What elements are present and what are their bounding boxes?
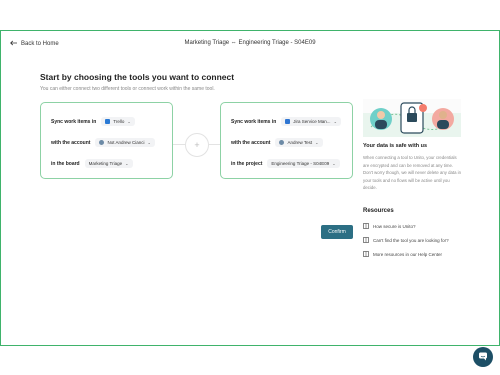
book-icon: [363, 251, 369, 258]
resource-link-security[interactable]: How secure is Unito?: [363, 223, 416, 230]
left-account-dropdown[interactable]: Not Andrew Cianci ⌄: [95, 138, 155, 147]
chat-launcher-button[interactable]: [473, 347, 493, 367]
right-account-row: with the account Andrew Test ⌄: [231, 138, 323, 147]
safe-data-text: When connecting a tool to Unito, your cr…: [363, 155, 462, 191]
trello-icon: [105, 119, 111, 124]
top-bar: Back to Home Marketing Triage ⇔ Engineer…: [1, 31, 499, 59]
right-account-dropdown[interactable]: Andrew Test ⌄: [275, 138, 323, 147]
right-sync-row: Sync work items in Jira Service Man... ⌄: [231, 117, 341, 126]
left-account-label: with the account: [51, 139, 91, 146]
page-heading: Start by choosing the tools you want to …: [40, 72, 235, 82]
right-sync-label: Sync work items in: [231, 118, 277, 125]
book-icon: [363, 237, 369, 244]
left-tool-value: Trello: [113, 119, 125, 124]
left-tool-dropdown[interactable]: Trello ⌄: [101, 117, 135, 126]
jira-icon: [285, 119, 291, 124]
left-board-dropdown[interactable]: Marketing Triage ⌄: [84, 159, 133, 168]
resource-link-tools[interactable]: Can't find the tool you are looking for?: [363, 237, 449, 244]
right-project-row: in the project Engineering Triage - S04E…: [231, 159, 340, 168]
right-project-value: Engineering Triage - S04E09: [271, 161, 330, 166]
left-account-row: with the account Not Andrew Cianci ⌄: [51, 138, 155, 147]
resource-link-help-center[interactable]: More resources in our Help Center: [363, 251, 442, 258]
connector-plus: +: [185, 133, 209, 157]
avatar-icon: [99, 140, 105, 145]
right-tool-value: Jira Service Man...: [293, 119, 331, 124]
resource-label: How secure is Unito?: [373, 224, 416, 229]
left-board-label: in the board: [51, 160, 80, 167]
right-project-dropdown[interactable]: Engineering Triage - S04E09 ⌄: [267, 159, 340, 168]
resource-label: Can't find the tool you are looking for?: [373, 238, 449, 243]
confirm-button[interactable]: Confirm: [321, 225, 353, 239]
right-project-label: in the project: [231, 160, 263, 167]
chevron-down-icon: ⌄: [333, 119, 337, 124]
chevron-down-icon: ⌄: [127, 119, 131, 124]
chevron-down-icon: ⌄: [332, 161, 336, 166]
chat-bubble-icon: [478, 348, 488, 366]
page-subheading: You can either connect two different too…: [40, 86, 215, 92]
app-frame: Back to Home Marketing Triage ⇔ Engineer…: [0, 30, 500, 367]
left-board-value: Marketing Triage: [88, 161, 123, 166]
chevron-down-icon: ⌄: [125, 161, 129, 166]
connector-line-right: [209, 144, 220, 145]
left-tool-card: Sync work items in Trello ⌄ with the acc…: [40, 102, 173, 179]
avatar-icon: [279, 140, 285, 145]
right-tool-dropdown[interactable]: Jira Service Man... ⌄: [281, 117, 341, 126]
security-illustration: [363, 99, 461, 137]
chevron-down-icon: ⌄: [315, 140, 319, 145]
left-sync-row: Sync work items in Trello ⌄: [51, 117, 135, 126]
chevron-down-icon: ⌄: [147, 140, 151, 145]
right-tool-card: Sync work items in Jira Service Man... ⌄…: [220, 102, 353, 179]
resource-label: More resources in our Help Center: [373, 252, 443, 257]
left-sync-label: Sync work items in: [51, 118, 97, 125]
connector-line-left: [173, 144, 185, 145]
flow-title: Marketing Triage ⇔ Engineering Triage - …: [184, 40, 316, 46]
resources-title: Resources: [363, 208, 394, 214]
left-board-row: in the board Marketing Triage ⌄: [51, 159, 133, 168]
left-account-value: Not Andrew Cianci: [107, 140, 145, 145]
right-account-value: Andrew Test: [287, 140, 313, 145]
book-icon: [363, 223, 369, 230]
right-account-label: with the account: [231, 139, 271, 146]
safe-data-title: Your data is safe with us: [363, 143, 428, 149]
